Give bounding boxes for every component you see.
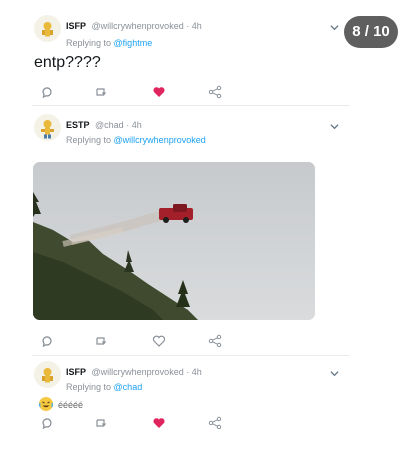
author-handle[interactable]: @chad bbox=[95, 120, 124, 130]
replying-handle[interactable]: @fightme bbox=[114, 38, 153, 48]
replying-label: Replying to bbox=[66, 135, 112, 145]
tweet-actions bbox=[40, 416, 240, 430]
replying-label: Replying to bbox=[66, 382, 112, 392]
tweet-header: ISFP @willcrywhenprovoked · 4h bbox=[66, 21, 202, 31]
replying-to: Replying to @fightme bbox=[66, 38, 152, 48]
timestamp: · 4h bbox=[126, 120, 142, 130]
retweet-icon[interactable] bbox=[94, 85, 108, 99]
author-handle[interactable]: @willcrywhenprovoked bbox=[92, 367, 184, 377]
author-name[interactable]: ISFP bbox=[66, 367, 86, 377]
tweet[interactable]: ISFP @willcrywhenprovoked · 4h Replying … bbox=[0, 0, 360, 104]
retweet-icon[interactable] bbox=[94, 334, 108, 348]
tweet-text: ééééé bbox=[58, 400, 84, 410]
reply-icon[interactable] bbox=[40, 416, 54, 430]
timestamp: · 4h bbox=[186, 367, 202, 377]
timestamp: · 4h bbox=[186, 21, 202, 31]
share-icon[interactable] bbox=[208, 334, 222, 348]
heart-outline-icon[interactable] bbox=[152, 334, 166, 348]
avatar[interactable] bbox=[34, 361, 61, 388]
tweet[interactable]: ISFP @willcrywhenprovoked · 4h Replying … bbox=[0, 356, 360, 450]
share-icon[interactable] bbox=[208, 85, 222, 99]
replying-to: Replying to @willcrywhenprovoked bbox=[66, 135, 206, 145]
tweet-actions bbox=[40, 334, 240, 348]
replying-handle[interactable]: @willcrywhenprovoked bbox=[114, 135, 206, 145]
chevron-down-icon[interactable] bbox=[330, 23, 339, 32]
crying-laughing-emoji-icon bbox=[38, 397, 54, 411]
reply-icon[interactable] bbox=[40, 334, 54, 348]
avatar[interactable] bbox=[34, 15, 61, 42]
tweet-header: ESTP @chad · 4h bbox=[66, 120, 142, 130]
share-icon[interactable] bbox=[208, 416, 222, 430]
chevron-down-icon[interactable] bbox=[330, 369, 339, 378]
tweet-header: ISFP @willcrywhenprovoked · 4h bbox=[66, 367, 202, 377]
avatar[interactable] bbox=[34, 114, 61, 141]
replying-handle[interactable]: @chad bbox=[114, 382, 143, 392]
author-name[interactable]: ESTP bbox=[66, 120, 90, 130]
tweet-text: entp???? bbox=[34, 54, 101, 71]
tweet-actions bbox=[40, 85, 240, 99]
reply-icon[interactable] bbox=[40, 85, 54, 99]
replying-label: Replying to bbox=[66, 38, 112, 48]
chevron-down-icon[interactable] bbox=[330, 122, 339, 131]
heart-icon[interactable] bbox=[152, 416, 166, 430]
retweet-icon[interactable] bbox=[94, 416, 108, 430]
tweet-media-image[interactable] bbox=[33, 162, 315, 320]
author-handle[interactable]: @willcrywhenprovoked bbox=[92, 21, 184, 31]
heart-icon[interactable] bbox=[152, 85, 166, 99]
replying-to: Replying to @chad bbox=[66, 382, 142, 392]
author-name[interactable]: ISFP bbox=[66, 21, 86, 31]
